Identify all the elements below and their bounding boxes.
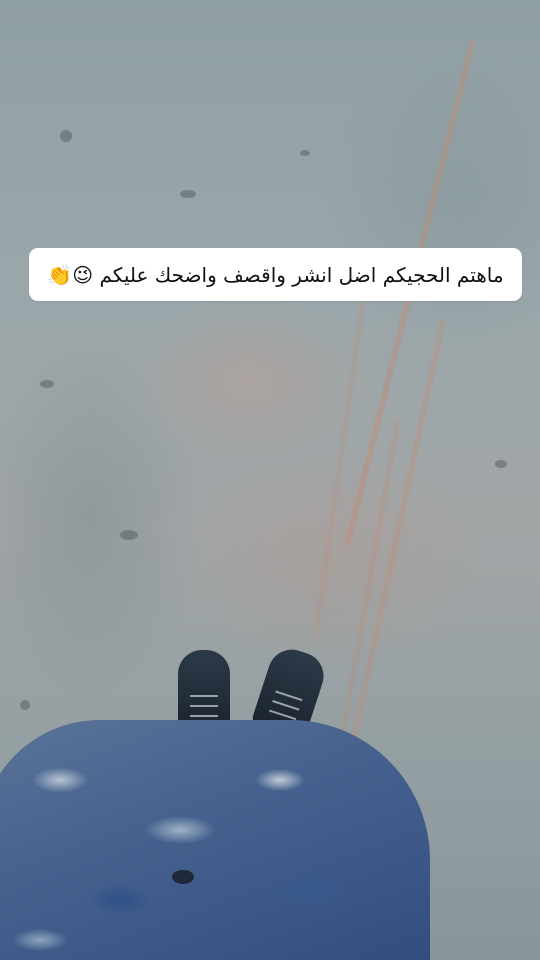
photo-background bbox=[0, 0, 540, 960]
camo-uniform bbox=[0, 720, 430, 960]
uniform-button bbox=[172, 870, 194, 884]
boot-lace bbox=[272, 700, 300, 711]
ground-speck bbox=[180, 190, 196, 198]
ground-speck bbox=[495, 460, 507, 468]
ground-speck bbox=[60, 130, 72, 142]
ground-speck bbox=[20, 700, 30, 710]
boot-lace bbox=[190, 695, 218, 697]
caption-box: ماهتم الحجيكم اضل انشر واقصف واضحك عليكم… bbox=[29, 248, 522, 301]
ground-speck bbox=[120, 530, 138, 540]
boot-lace bbox=[275, 690, 303, 702]
ground-speck bbox=[300, 150, 310, 156]
boot-lace bbox=[190, 715, 218, 717]
boot-lace bbox=[269, 709, 297, 721]
boot-lace bbox=[190, 705, 218, 707]
caption-text: ماهتم الحجيكم اضل انشر واقصف واضحك عليكم… bbox=[47, 262, 504, 287]
ground-track bbox=[312, 299, 366, 638]
ground-speck bbox=[40, 380, 54, 388]
